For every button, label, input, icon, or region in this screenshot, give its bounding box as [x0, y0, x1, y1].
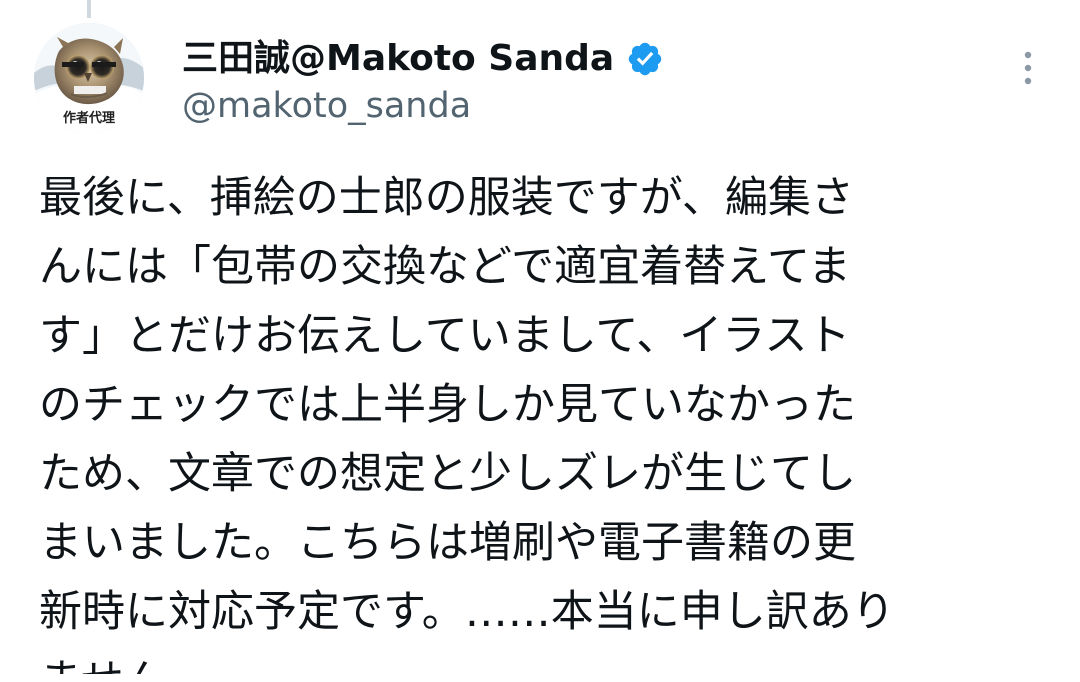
post-text: 最後に、挿絵の士郎の服装ですが、編集さ んには「包帯の交換などで適宜着替えてま … — [39, 164, 1039, 674]
post-text-line: す」とだけお伝えしていまして、イラスト — [39, 311, 851, 361]
post-text-line: 最後に、挿絵の士郎の服装ですが、編集さ — [39, 173, 854, 223]
post-header: 三田誠@Makoto Sanda @makoto_sanda — [182, 24, 1002, 134]
verified-badge-icon — [626, 40, 664, 78]
more-options-button[interactable] — [1016, 44, 1040, 92]
post-text-line: んには「包帯の交換などで適宜着替えてま — [39, 242, 851, 292]
avatar[interactable]: 作者代理 — [34, 23, 144, 133]
more-options-icon — [1024, 51, 1032, 85]
post-text-line: ません。 — [39, 647, 1039, 674]
author-handle[interactable]: @makoto_sanda — [182, 89, 471, 124]
post-view: 作者代理 三田誠@Makoto Sanda @makoto_sanda 最後に、… — [0, 0, 1080, 682]
post-text-line: 新時に対応予定です。……本当に申し訳あり — [39, 587, 895, 637]
post-text-line: のチェックでは上半身しか見ていなかった — [39, 380, 856, 430]
author-name-row: 三田誠@Makoto Sanda — [182, 34, 664, 84]
owl-avatar-image: 作者代理 — [34, 23, 144, 133]
post-text-line: まいました。こちらは増刷や電子書籍の更 — [39, 518, 856, 568]
author-display-name[interactable]: 三田誠@Makoto Sanda — [182, 41, 614, 77]
post-text-line: ため、文章での想定と少しズレが生じてし — [39, 449, 856, 499]
thread-connector-line — [87, 0, 91, 18]
avatar-label-text: 作者代理 — [63, 110, 115, 126]
